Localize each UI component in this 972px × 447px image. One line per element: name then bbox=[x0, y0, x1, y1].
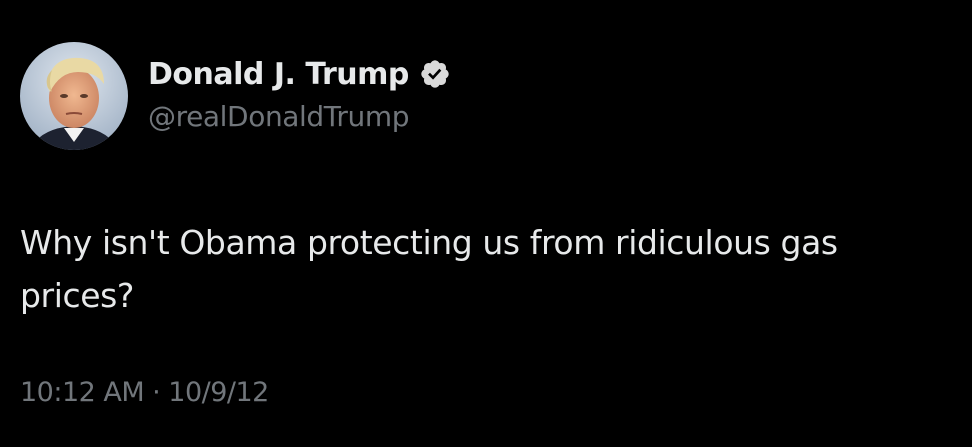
tweet-time: 10:12 AM bbox=[20, 377, 145, 408]
tweet-date: 10/9/12 bbox=[168, 377, 269, 408]
avatar[interactable] bbox=[20, 42, 128, 150]
verified-badge-icon[interactable] bbox=[419, 58, 451, 90]
tweet-timestamp[interactable]: 10:12 AM · 10/9/12 bbox=[20, 377, 269, 408]
avatar-image bbox=[20, 42, 128, 150]
user-handle[interactable]: @realDonaldTrump bbox=[148, 100, 451, 133]
tweet-card: Donald J. Trump @realDonaldTrump Why isn… bbox=[0, 0, 972, 447]
tweet-header: Donald J. Trump @realDonaldTrump bbox=[20, 42, 451, 150]
display-name[interactable]: Donald J. Trump bbox=[148, 57, 409, 92]
tweet-text: Why isn't Obama protecting us from ridic… bbox=[20, 223, 838, 315]
timestamp-separator: · bbox=[152, 377, 161, 408]
author-info: Donald J. Trump @realDonaldTrump bbox=[148, 54, 451, 133]
name-row: Donald J. Trump bbox=[148, 54, 451, 94]
